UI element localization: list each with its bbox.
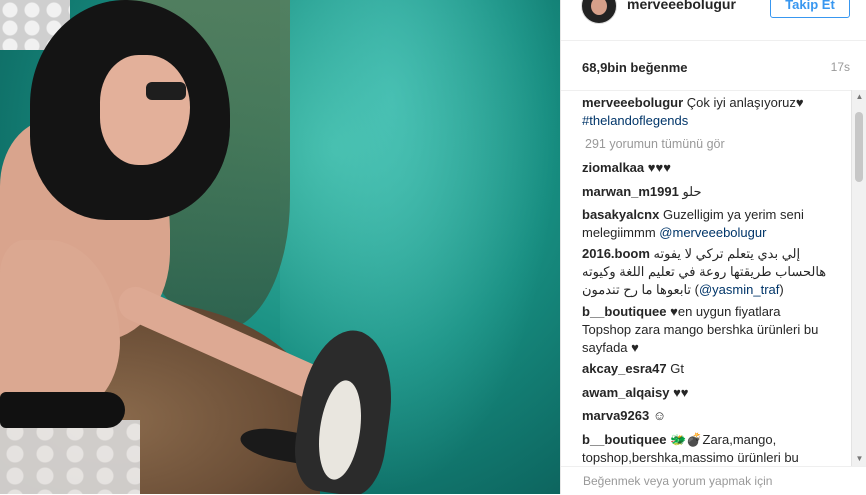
comment-username[interactable]: 2016.boom [582,246,650,261]
comment-username[interactable]: b__boutiquee [582,304,667,319]
heart-icon: ♥ [795,95,804,110]
comment-text: ♥♥ [673,385,689,400]
caption: merveeebolugur Çok iyi anlaşıyoruz♥ #the… [582,94,827,130]
avatar[interactable] [581,0,617,24]
pebbles [0,420,140,494]
follow-button[interactable]: Takip Et [770,0,850,18]
smile-icon: ☺ [652,408,667,423]
comment-text: ♥♥♥ [647,160,671,175]
comment-username[interactable]: marwan_m1991 [582,184,679,199]
header-username[interactable]: merveeebolugur [627,0,736,12]
comment-username[interactable]: ziomalkaa [582,160,644,175]
list-item: b__boutiquee ♥en uygun fiyatlara Topshop… [582,303,827,357]
comment-username[interactable]: marva9263 [582,408,649,423]
scroll-down-arrow-icon[interactable]: ▼ [852,452,866,466]
view-all-comments-link[interactable]: 291 yorumun tümünü gör [585,137,725,151]
list-item: marva9263 ☺ [582,407,827,425]
comment-input[interactable] [581,473,845,489]
comment-username[interactable]: awam_alqaisy [582,385,669,400]
scroll-up-arrow-icon[interactable]: ▲ [852,90,866,104]
sandal [0,392,125,428]
caption-username[interactable]: merveeebolugur [582,95,683,110]
comment-mention[interactable]: @merveeebolugur [659,225,766,240]
caption-text: Çok iyi anlaşıyoruz [686,95,796,110]
comment-username[interactable]: akcay_esra47 [582,361,667,376]
comments-list[interactable]: merveeebolugur Çok iyi anlaşıyoruz♥ #the… [561,90,851,466]
likes-count[interactable]: 68,9bin beğenme [582,60,687,75]
add-comment-bar [561,466,866,495]
comment-text: Gt [670,361,684,376]
likes-row: 68,9bin beğenme 17s [561,40,866,91]
list-item: b__boutiquee 🐲💣Zara,mango, topshop,bersh… [582,431,827,466]
post-time[interactable]: 17s [831,60,850,74]
comment-username[interactable]: basakyalcnx [582,207,659,222]
sunglasses [146,82,186,100]
caption-hashtag[interactable]: #thelandoflegends [582,113,688,128]
list-item: awam_alqaisy ♥♥ [582,384,827,402]
comment-text: حلو [682,184,702,199]
list-item: basakyalcnx Guzelligim ya yerim seni mel… [582,206,827,242]
scroll-thumb[interactable] [855,112,863,182]
list-item: akcay_esra47 Gt [582,360,827,378]
list-item: marwan_m1991 حلو [582,183,827,201]
post-photo[interactable] [0,0,560,494]
post-header: merveeebolugur Takip Et [561,0,866,41]
comment-mention[interactable]: @yasmin_traf [699,282,779,297]
list-item: ziomalkaa ♥♥♥ [582,159,827,177]
comment-username[interactable]: b__boutiquee [582,432,667,447]
list-item: 2016.boom إلي بدي يتعلم تركي لا يفوته ها… [582,246,827,297]
comments-scrollbar[interactable]: ▲ ▼ [851,90,866,466]
